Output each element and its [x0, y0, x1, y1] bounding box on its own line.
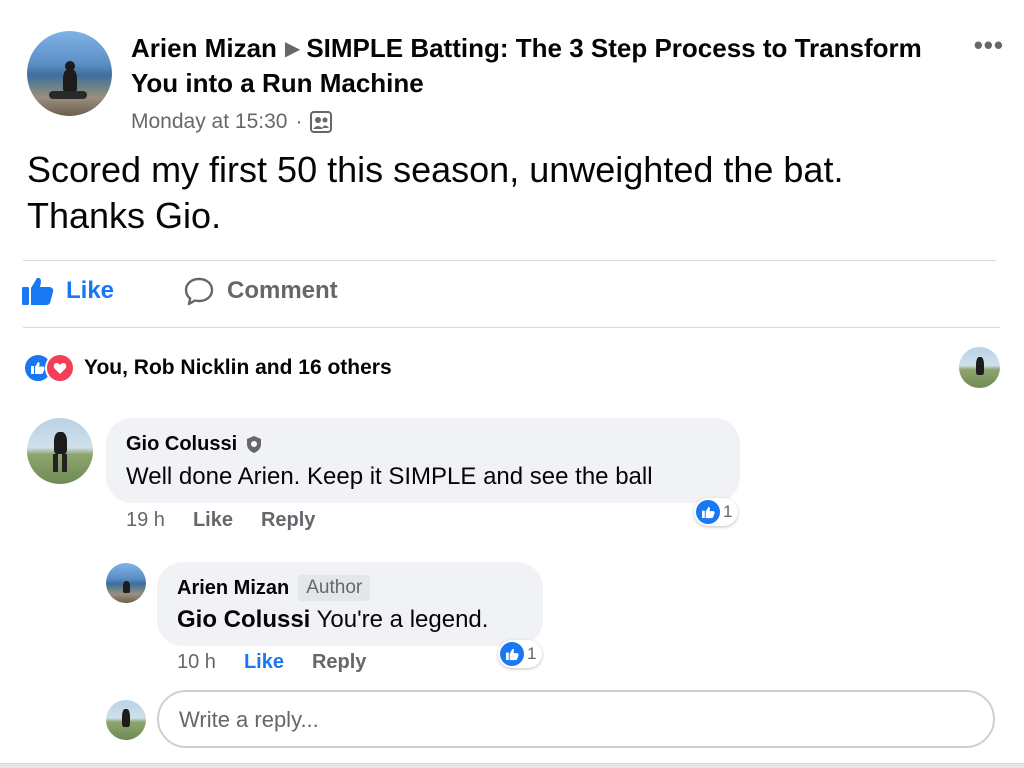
comment-time[interactable]: 19 h	[126, 509, 165, 532]
reply-input[interactable]	[177, 706, 961, 734]
comment-button-label: Comment	[227, 277, 338, 304]
reply-time[interactable]: 10 h	[177, 651, 216, 674]
post-meta: Monday at 15:30 ·	[131, 108, 333, 136]
group-members-icon	[310, 111, 333, 133]
composer-avatar[interactable]	[106, 700, 146, 740]
author-avatar[interactable]	[27, 31, 112, 116]
reactions-text: You, Rob Nicklin and 16 others	[84, 356, 392, 379]
author-name-link[interactable]: Arien Mizan	[131, 33, 277, 63]
comment-icon	[184, 277, 214, 306]
comment-author-name: Gio Colussi	[126, 433, 238, 455]
like-button-label: Like	[66, 277, 115, 304]
comment-reaction-count[interactable]: 1	[694, 498, 739, 526]
reply-reply-button[interactable]: Reply	[312, 651, 366, 674]
like-reaction-icon	[500, 642, 524, 666]
reply-author-avatar[interactable]	[106, 563, 146, 603]
meta-separator: ·	[295, 110, 303, 133]
divider	[23, 327, 1000, 328]
divider	[23, 260, 996, 261]
reply-meta: 10 h Like Reply	[177, 651, 394, 674]
comment-reply-button[interactable]: Reply	[261, 509, 315, 532]
thumbs-up-icon	[22, 277, 54, 305]
comment-button[interactable]: Comment	[183, 276, 338, 306]
comment-text: Well done Arien. Keep it SIMPLE and see …	[126, 463, 653, 490]
comment-author[interactable]: Gio Colussi	[126, 433, 263, 456]
share-arrow-icon: ▶	[284, 38, 301, 60]
reaction-count: 1	[527, 644, 537, 663]
post-text-line: Scored my first 50 this season, unweight…	[27, 149, 844, 190]
reply-author[interactable]: Arien Mizan Author	[177, 575, 371, 601]
mention-link[interactable]: Gio Colussi	[177, 606, 310, 633]
reply-text-body: You're a legend.	[310, 606, 489, 633]
like-button[interactable]: Like	[22, 276, 114, 306]
comment-meta: 19 h Like Reply	[126, 509, 343, 532]
comment-like-button[interactable]: Like	[193, 509, 233, 532]
reply-like-button[interactable]: Like	[244, 651, 284, 674]
post-header-title: Arien Mizan ▶ SIMPLE Batting: The 3 Step P…	[131, 31, 931, 100]
reply-input-container[interactable]	[157, 690, 995, 748]
post-time[interactable]: Monday at 15:30	[131, 108, 287, 136]
reply-reaction-count[interactable]: 1	[498, 640, 543, 668]
reactions-summary[interactable]: You, Rob Nicklin and 16 others	[23, 353, 392, 383]
shield-icon	[247, 436, 262, 453]
post-text: Scored my first 50 this season, unweight…	[27, 147, 987, 239]
reply-author-name: Arien Mizan	[177, 576, 290, 599]
viewer-avatar[interactable]	[959, 347, 1000, 388]
post-card: Arien Mizan ▶ SIMPLE Batting: The 3 Step P…	[0, 0, 1024, 764]
reply-text: Gio Colussi You're a legend.	[177, 606, 488, 634]
reaction-count: 1	[723, 502, 733, 521]
like-reaction-icon	[696, 500, 720, 524]
love-reaction-icon	[45, 353, 75, 383]
commenter-avatar[interactable]	[27, 418, 93, 484]
more-options-icon[interactable]: •••	[974, 30, 1004, 61]
author-badge: Author	[298, 575, 371, 601]
post-text-line: Thanks Gio.	[27, 195, 222, 236]
